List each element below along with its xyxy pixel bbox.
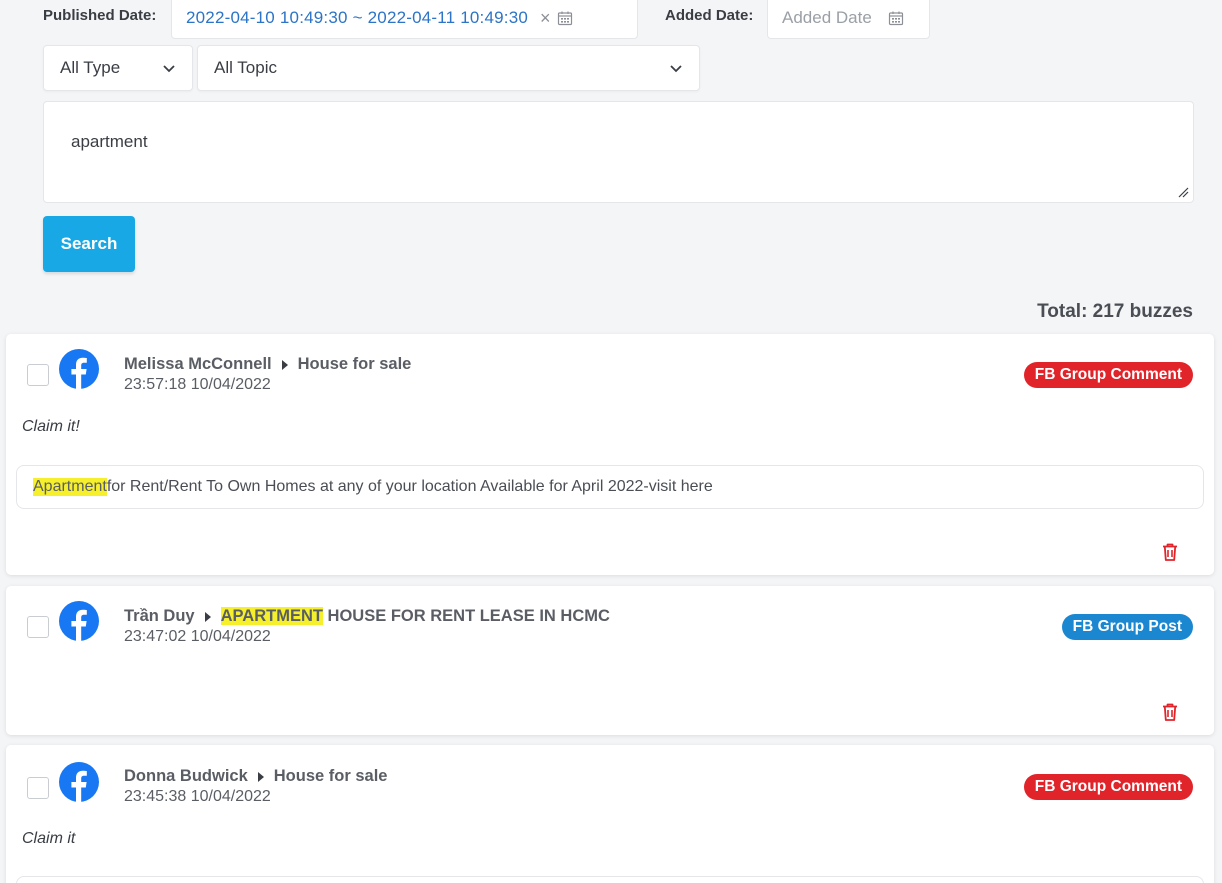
facebook-icon: [59, 601, 99, 641]
calendar-icon[interactable]: [888, 10, 904, 26]
buzz-card: Melissa McConnell House for sale 23:57:1…: [6, 334, 1214, 575]
select-checkbox[interactable]: [27, 616, 49, 638]
timestamp: 23:45:38 10/04/2022: [124, 788, 271, 805]
select-checkbox[interactable]: [27, 364, 49, 386]
post-target[interactable]: House for sale: [274, 767, 388, 786]
comment-text: Claim it: [22, 830, 76, 847]
facebook-icon: [59, 762, 99, 802]
author-name[interactable]: Donna Budwick: [124, 767, 248, 786]
resize-handle-icon[interactable]: [1177, 186, 1189, 198]
quoted-post[interactable]: Apartment for Rent/Rent To Own Homes at …: [16, 465, 1204, 509]
topic-select-value: All Topic: [214, 58, 277, 77]
added-date-input[interactable]: Added Date: [767, 0, 930, 39]
quoted-post[interactable]: [16, 876, 1204, 883]
buzz-card: Donna Budwick House for sale 23:45:38 10…: [6, 745, 1214, 883]
type-select[interactable]: All Type: [43, 45, 193, 91]
caret-right-icon: [281, 359, 288, 370]
clear-icon[interactable]: ×: [540, 9, 551, 27]
published-date-range-input[interactable]: 2022-04-10 10:49:30 ~ 2022-04-11 10:49:3…: [171, 0, 638, 39]
published-date-label: Published Date:: [43, 7, 157, 24]
keyword-highlight: Apartment: [33, 478, 107, 496]
timestamp: 23:57:18 10/04/2022: [124, 376, 271, 393]
trash-icon[interactable]: [1161, 542, 1179, 562]
author-name[interactable]: Melissa McConnell: [124, 355, 272, 374]
total-count: Total: 217 buzzes: [1037, 301, 1193, 322]
topic-select[interactable]: All Topic: [197, 45, 700, 91]
calendar-icon[interactable]: [557, 10, 573, 26]
chevron-down-icon: [670, 65, 682, 73]
added-date-label: Added Date:: [665, 7, 754, 24]
comment-text: Claim it!: [22, 418, 80, 435]
author-line: Melissa McConnell House for sale: [124, 355, 411, 374]
caret-right-icon: [204, 611, 211, 622]
status-badge: FB Group Comment: [1023, 362, 1193, 388]
timestamp: 23:47:02 10/04/2022: [124, 628, 271, 645]
keyword-highlight: APARTMENT: [220, 607, 323, 625]
author-line: Donna Budwick House for sale: [124, 767, 387, 786]
added-date-placeholder: Added Date: [782, 7, 872, 27]
post-target-text: HOUSE FOR RENT LEASE IN HCMC: [322, 607, 610, 625]
keyword-value: apartment: [71, 132, 148, 151]
author-name[interactable]: Trần Duy: [124, 607, 195, 626]
search-button[interactable]: Search: [43, 216, 135, 272]
buzz-card: Trần Duy APARTMENT HOUSE FOR RENT LEASE …: [6, 586, 1214, 735]
select-checkbox[interactable]: [27, 777, 49, 799]
type-select-value: All Type: [60, 58, 121, 77]
published-date-value: 2022-04-10 10:49:30 ~ 2022-04-11 10:49:3…: [186, 7, 529, 27]
quoted-post-text: for Rent/Rent To Own Homes at any of you…: [106, 478, 713, 495]
post-target[interactable]: House for sale: [298, 355, 412, 374]
author-line: Trần Duy APARTMENT HOUSE FOR RENT LEASE …: [124, 607, 610, 626]
status-badge: FB Group Post: [1061, 614, 1193, 640]
facebook-icon: [59, 349, 99, 389]
trash-icon[interactable]: [1161, 702, 1179, 722]
keyword-textarea[interactable]: apartment: [43, 101, 1194, 203]
status-badge: FB Group Comment: [1023, 774, 1193, 800]
caret-right-icon: [257, 771, 264, 782]
post-target[interactable]: APARTMENT HOUSE FOR RENT LEASE IN HCMC: [220, 607, 610, 626]
chevron-down-icon: [163, 65, 175, 73]
